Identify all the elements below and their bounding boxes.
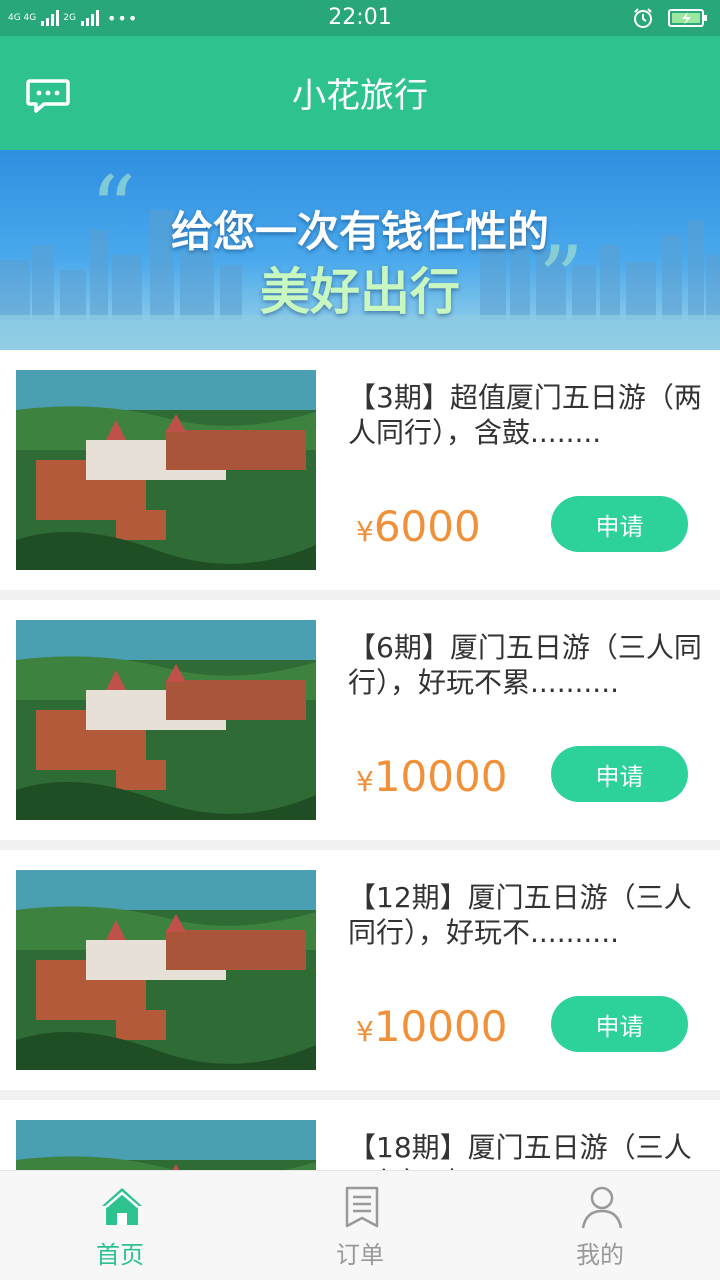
trip-price: ¥6000	[356, 502, 481, 557]
order-icon	[345, 1186, 379, 1228]
trip-title: 【6期】厦门五日游（三人同行），好玩不累..........	[348, 631, 702, 699]
trip-title: 【12期】厦门五日游（三人同行），好玩不..........	[348, 881, 692, 949]
trip-price: ¥10000	[356, 752, 507, 807]
status-time: 22:01	[328, 5, 392, 30]
trip-card[interactable]: 【6期】厦门五日游（三人同行），好玩不累.......... ¥10000 申请	[0, 600, 720, 840]
trip-thumbnail	[16, 370, 316, 570]
page-title: 小花旅行	[292, 76, 428, 116]
profile-icon	[581, 1186, 623, 1229]
banner-headline: 给您一次有钱任性的	[170, 207, 549, 256]
currency-symbol: ¥	[356, 515, 374, 548]
trip-card[interactable]: 【12期】厦门五日游（三人同行），好玩不.......... ¥10000 申请	[0, 850, 720, 1090]
app-header: 小花旅行	[0, 36, 720, 150]
status-bar: 4G 4G 2G ••• 22:01	[0, 0, 720, 36]
nav-item-home[interactable]: 首页	[0, 1171, 240, 1280]
status-right	[632, 7, 708, 29]
battery-charging-icon	[668, 9, 707, 27]
trip-title: 【3期】超值厦门五日游（两人同行），含鼓........	[348, 381, 702, 449]
trip-list[interactable]: 【3期】超值厦门五日游（两人同行），含鼓........ ¥6000 申请 【6…	[0, 350, 720, 1170]
alarm-icon	[634, 8, 652, 28]
nav-label-profile: 我的	[576, 1241, 624, 1269]
banner-subheadline: 美好出行	[260, 262, 460, 321]
nav-item-profile[interactable]: 我的	[480, 1171, 720, 1280]
price-value: 10000	[373, 752, 508, 801]
nav-label-orders: 订单	[336, 1241, 384, 1269]
trip-card[interactable]: 【18期】厦门五日游（三人同行），好玩不.......... ¥10000 申请	[0, 1100, 720, 1170]
price-value: 6000	[373, 502, 481, 551]
nav-item-orders[interactable]: 订单	[240, 1171, 480, 1280]
promo-banner[interactable]: “ ” 给您一次有钱任性的 美好出行	[0, 150, 720, 350]
bottom-nav: 首页 订单 我的	[0, 1170, 720, 1280]
trip-thumbnail	[16, 1120, 316, 1170]
apply-button[interactable]: 申请	[551, 996, 688, 1052]
currency-symbol: ¥	[356, 765, 374, 798]
trip-title: 【18期】厦门五日游（三人同行），好玩不..........	[348, 1131, 692, 1170]
trip-card[interactable]: 【3期】超值厦门五日游（两人同行），含鼓........ ¥6000 申请	[0, 350, 720, 590]
trip-thumbnail	[16, 620, 316, 820]
home-icon	[102, 1188, 142, 1225]
trip-price: ¥10000	[356, 1002, 507, 1057]
apply-button[interactable]: 申请	[551, 496, 688, 552]
trip-thumbnail	[16, 870, 316, 1070]
nav-label-home: 首页	[96, 1241, 144, 1269]
currency-symbol: ¥	[356, 1015, 374, 1048]
price-value: 10000	[373, 1002, 508, 1051]
apply-button[interactable]: 申请	[551, 746, 688, 802]
